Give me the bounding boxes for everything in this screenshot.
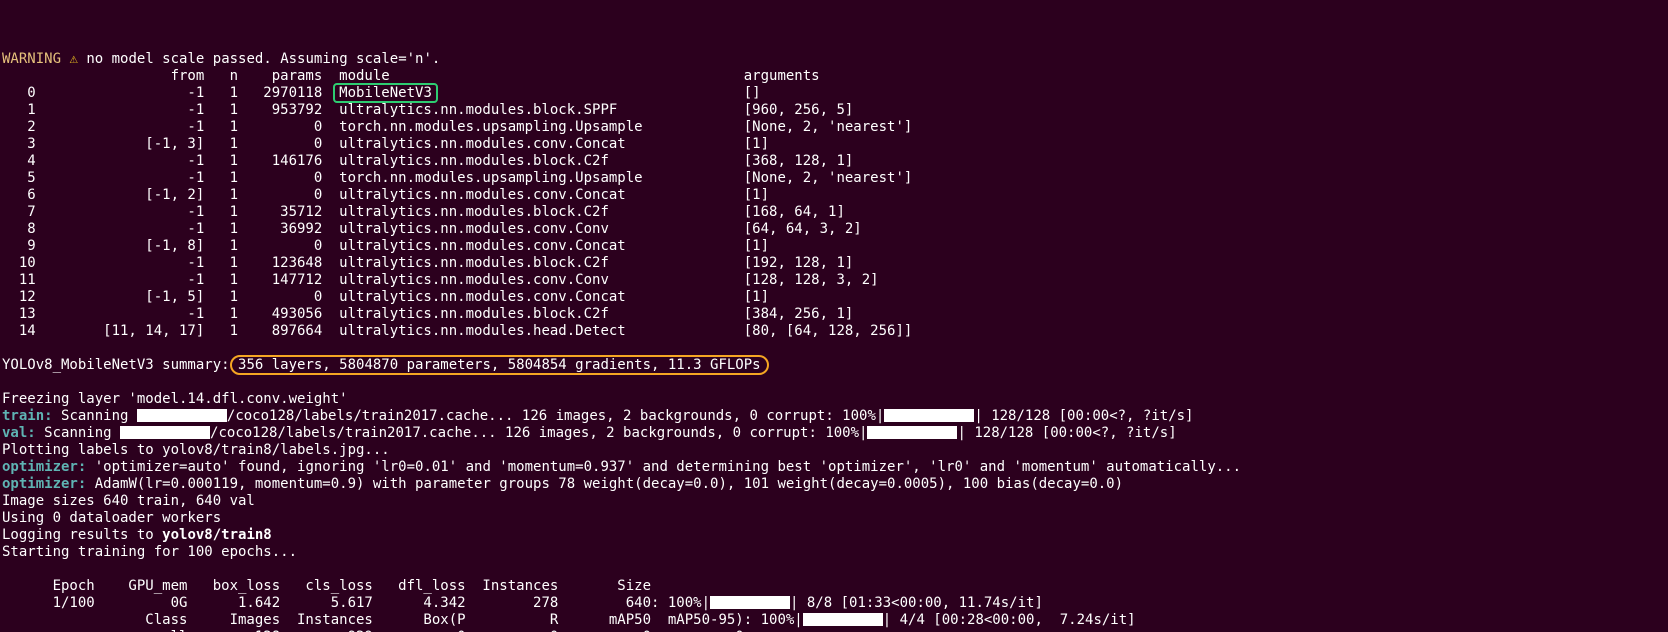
optimizer-line-1: 'optimizer=auto' found, ignoring 'lr0=0.… — [86, 459, 1241, 475]
val-header-row: Class Images Instances Box(P R mAP50 mAP… — [2, 612, 803, 628]
start-training-line: Starting training for 100 epochs... — [2, 544, 297, 560]
warning-msg: no model scale passed. Assuming scale='n… — [86, 51, 440, 67]
val-scan-tail: | 128/128 [00:00<?, ?it/s] — [957, 425, 1176, 441]
summary-prefix: YOLOv8_MobileNetV3 summary: — [2, 357, 238, 373]
train-epoch-row: 1/100 0G 1.642 5.617 4.342 278 640: 100%… — [2, 595, 710, 611]
module-highlight: MobileNetV3 — [333, 83, 438, 103]
train-scan-word: Scanning — [61, 408, 128, 424]
redacted-path-bar — [120, 426, 210, 439]
plotting-line: Plotting labels to yolov8/train8/labels.… — [2, 442, 390, 458]
val-scan-rest: /coco128/labels/train2017.cache... 126 i… — [210, 425, 867, 441]
redacted-path-bar — [137, 409, 227, 422]
val-header-tail: | 4/4 [00:28<00:00, 7.24s/it] — [883, 612, 1136, 628]
train-scan-rest: /coco128/labels/train2017.cache... 126 i… — [227, 408, 884, 424]
optimizer-label: optimizer: — [2, 459, 86, 475]
progress-bar — [803, 613, 883, 626]
progress-bar — [884, 409, 974, 422]
image-sizes-line: Image sizes 640 train, 640 val — [2, 493, 255, 509]
optimizer-label: optimizer: — [2, 476, 86, 492]
summary-highlight: 356 layers, 5804870 parameters, 5804854 … — [230, 355, 769, 375]
train-epoch-tail: | 8/8 [01:33<00:00, 11.74s/it] — [790, 595, 1043, 611]
warning-icon: ⚠ — [69, 51, 77, 67]
progress-bar — [867, 426, 957, 439]
warning-label: WARNING — [2, 51, 61, 67]
train-label: train: — [2, 408, 53, 424]
workers-line: Using 0 dataloader workers — [2, 510, 221, 526]
progress-bar — [710, 596, 790, 609]
train-scan-tail: | 128/128 [00:00<?, ?it/s] — [974, 408, 1193, 424]
logging-path: yolov8/train8 — [162, 527, 272, 543]
freeze-line: Freezing layer 'model.14.dfl.conv.weight… — [2, 391, 348, 407]
val-scan-word: Scanning — [44, 425, 111, 441]
terminal-output: WARNING ⚠ no model scale passed. Assumin… — [0, 34, 1668, 632]
train-header: Epoch GPU_mem box_loss cls_loss dfl_loss… — [2, 578, 651, 594]
model-layer-table: from n params module arguments 0 -1 1 29… — [2, 68, 1666, 340]
logging-prefix: Logging results to — [2, 527, 162, 543]
val-label: val: — [2, 425, 36, 441]
optimizer-line-2: AdamW(lr=0.000119, momentum=0.9) with pa… — [86, 476, 1123, 492]
